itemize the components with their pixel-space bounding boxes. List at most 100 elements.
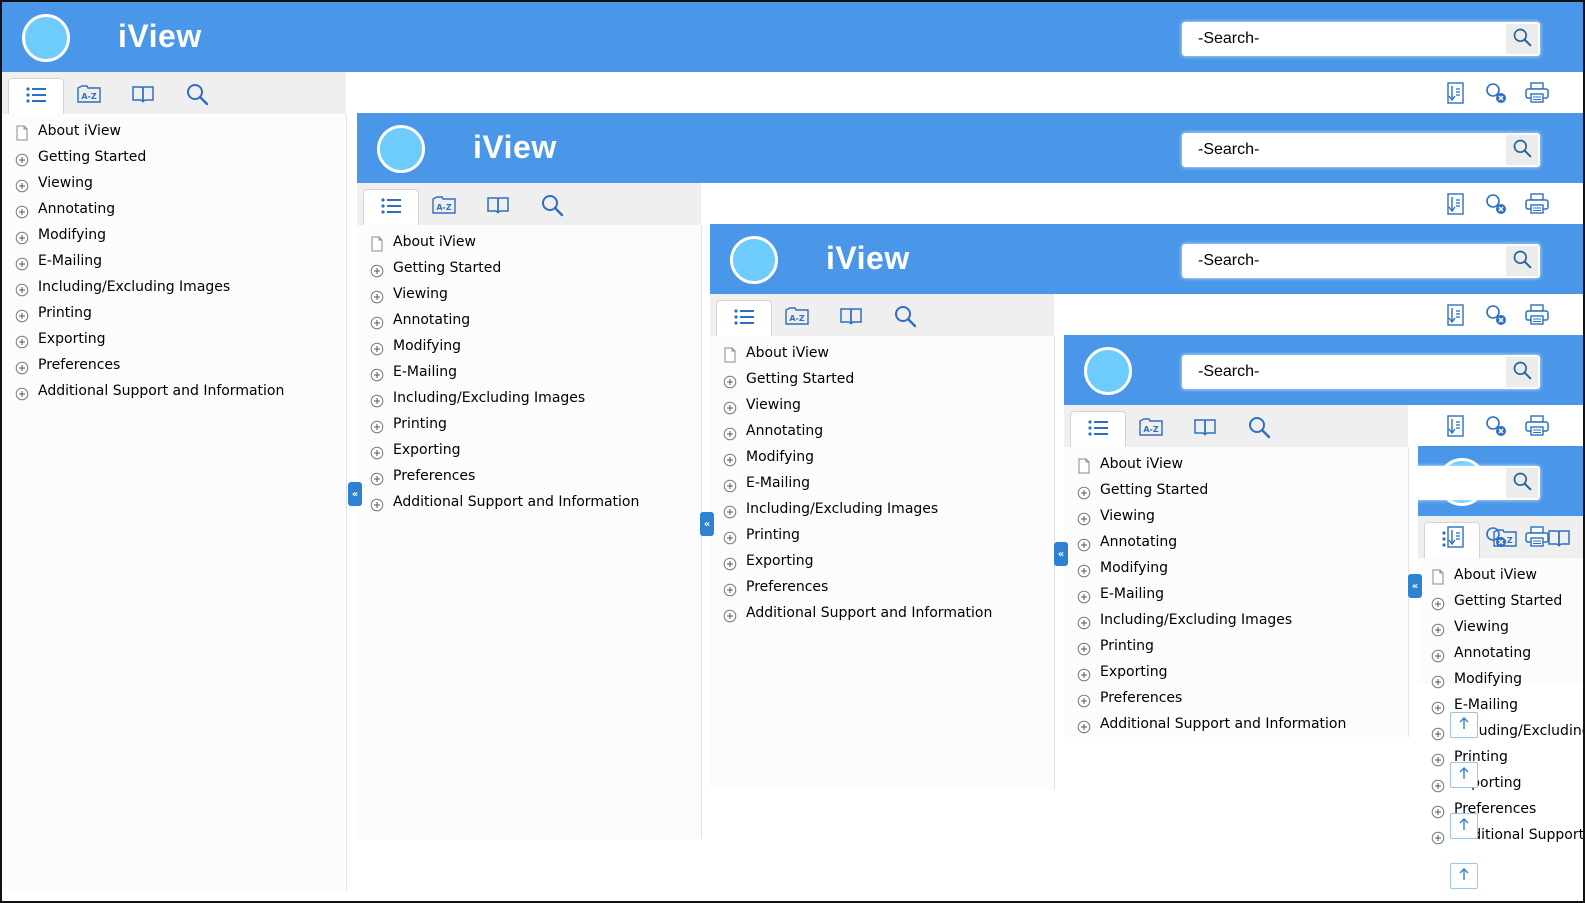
toc-item[interactable]: Preferences <box>1064 685 1408 711</box>
remove-highlight-button[interactable] <box>1483 415 1509 441</box>
toc-item[interactable]: Including/Excluding Images <box>357 385 701 411</box>
toc-item[interactable]: Including/Excluding Images <box>1064 607 1408 633</box>
toc-item[interactable]: Modifying <box>2 222 346 248</box>
tab-index[interactable]: A-Z <box>62 78 116 114</box>
expand-all-button[interactable] <box>1442 193 1468 219</box>
toc-item[interactable]: About iView <box>710 340 1054 366</box>
toc-item[interactable]: Getting Started <box>1418 588 1583 614</box>
toc-item[interactable]: Viewing <box>1418 614 1583 640</box>
toc-item[interactable]: Exporting <box>710 548 1054 574</box>
toc-item[interactable]: About iView <box>1418 562 1583 588</box>
toc-item[interactable]: Preferences <box>2 352 346 378</box>
toc-item[interactable]: About iView <box>2 118 346 144</box>
collapse-sidebar-button[interactable]: « <box>700 512 714 536</box>
remove-highlight-button[interactable] <box>1483 82 1509 108</box>
toc-item[interactable]: Printing <box>1064 633 1408 659</box>
search-button[interactable] <box>1506 246 1538 276</box>
search-button[interactable] <box>1506 135 1538 165</box>
toc-item[interactable]: Exporting <box>357 437 701 463</box>
toc-item[interactable]: Modifying <box>1064 555 1408 581</box>
toc-item[interactable]: About iView <box>357 229 701 255</box>
toc-item[interactable]: Annotating <box>1418 640 1583 666</box>
toc-item[interactable]: Including/Excluding Images <box>710 496 1054 522</box>
expand-all-button[interactable] <box>1442 526 1468 552</box>
print-button[interactable] <box>1524 82 1550 108</box>
toc-item[interactable]: Viewing <box>710 392 1054 418</box>
toc-item[interactable]: Exporting <box>1064 659 1408 685</box>
toc-item[interactable]: Viewing <box>1064 503 1408 529</box>
toc-item[interactable]: Printing <box>357 411 701 437</box>
search-button[interactable] <box>1506 24 1538 54</box>
toc-item[interactable]: E-Mailing <box>1418 692 1583 718</box>
toc-item[interactable]: Preferences <box>710 574 1054 600</box>
toc-item[interactable]: Additional Support and Information <box>710 600 1054 626</box>
expand-all-button[interactable] <box>1442 415 1468 441</box>
tab-contents[interactable] <box>716 300 772 337</box>
search-input[interactable] <box>1186 24 1516 54</box>
back-to-top-button[interactable] <box>1450 813 1478 839</box>
search-input[interactable] <box>1186 246 1516 276</box>
search-button[interactable] <box>1506 468 1538 498</box>
toc-item[interactable]: Annotating <box>2 196 346 222</box>
tab-search[interactable] <box>170 78 224 114</box>
print-button[interactable] <box>1524 526 1550 552</box>
tab-glossary[interactable] <box>471 189 525 225</box>
toc-item[interactable]: Preferences <box>1418 796 1583 822</box>
expand-all-button[interactable] <box>1442 304 1468 330</box>
tab-index[interactable]: A-Z <box>770 300 824 336</box>
toc-item[interactable]: Viewing <box>2 170 346 196</box>
back-to-top-button[interactable] <box>1450 863 1478 889</box>
remove-highlight-button[interactable] <box>1483 304 1509 330</box>
search-input[interactable] <box>1418 468 1516 498</box>
expand-all-button[interactable] <box>1442 82 1468 108</box>
tab-contents[interactable] <box>8 78 64 115</box>
toc-item[interactable]: Including/Excluding Images <box>2 274 346 300</box>
toc-item[interactable]: Printing <box>2 300 346 326</box>
toc-item[interactable]: E-Mailing <box>357 359 701 385</box>
toc-item[interactable]: Getting Started <box>710 366 1054 392</box>
search-button[interactable] <box>1506 357 1538 387</box>
collapse-sidebar-button[interactable]: « <box>348 482 362 506</box>
toc-item[interactable]: Modifying <box>1418 666 1583 692</box>
search-input[interactable] <box>1186 357 1516 387</box>
toc-item[interactable]: Additional Support and Information <box>1418 822 1583 848</box>
tab-search[interactable] <box>1232 411 1286 447</box>
toc-item[interactable]: Preferences <box>357 463 701 489</box>
tab-search[interactable] <box>525 189 579 225</box>
toc-item[interactable]: Getting Started <box>357 255 701 281</box>
print-button[interactable] <box>1524 304 1550 330</box>
toc-item[interactable]: Including/Excluding Images <box>1418 718 1583 744</box>
toc-item[interactable]: E-Mailing <box>710 470 1054 496</box>
toc-item[interactable]: E-Mailing <box>2 248 346 274</box>
toc-item[interactable]: Annotating <box>357 307 701 333</box>
remove-highlight-button[interactable] <box>1483 526 1509 552</box>
back-to-top-button[interactable] <box>1450 712 1478 738</box>
tab-search[interactable] <box>878 300 932 336</box>
toc-item[interactable]: Annotating <box>1064 529 1408 555</box>
toc-item[interactable]: Getting Started <box>1064 477 1408 503</box>
tab-glossary[interactable] <box>1178 411 1232 447</box>
print-button[interactable] <box>1524 193 1550 219</box>
tab-contents[interactable] <box>363 189 419 226</box>
toc-item[interactable]: Exporting <box>2 326 346 352</box>
toc-item[interactable]: E-Mailing <box>1064 581 1408 607</box>
toc-item[interactable]: Printing <box>1418 744 1583 770</box>
toc-item[interactable]: Modifying <box>357 333 701 359</box>
toc-item[interactable]: Additional Support and Information <box>357 489 701 515</box>
tab-contents[interactable] <box>1070 411 1126 448</box>
toc-item[interactable]: Viewing <box>357 281 701 307</box>
print-button[interactable] <box>1524 415 1550 441</box>
toc-item[interactable]: Printing <box>710 522 1054 548</box>
toc-item[interactable]: Getting Started <box>2 144 346 170</box>
toc-item[interactable]: Additional Support and Information <box>2 378 346 404</box>
toc-item[interactable]: Annotating <box>710 418 1054 444</box>
tab-index[interactable]: A-Z <box>417 189 471 225</box>
tab-glossary[interactable] <box>116 78 170 114</box>
toc-item[interactable]: Exporting <box>1418 770 1583 796</box>
toc-item[interactable]: Additional Support and Information <box>1064 711 1408 737</box>
toc-item[interactable]: Modifying <box>710 444 1054 470</box>
back-to-top-button[interactable] <box>1450 762 1478 788</box>
collapse-sidebar-button[interactable]: « <box>1408 574 1422 598</box>
search-input[interactable] <box>1186 135 1516 165</box>
toc-item[interactable]: About iView <box>1064 451 1408 477</box>
